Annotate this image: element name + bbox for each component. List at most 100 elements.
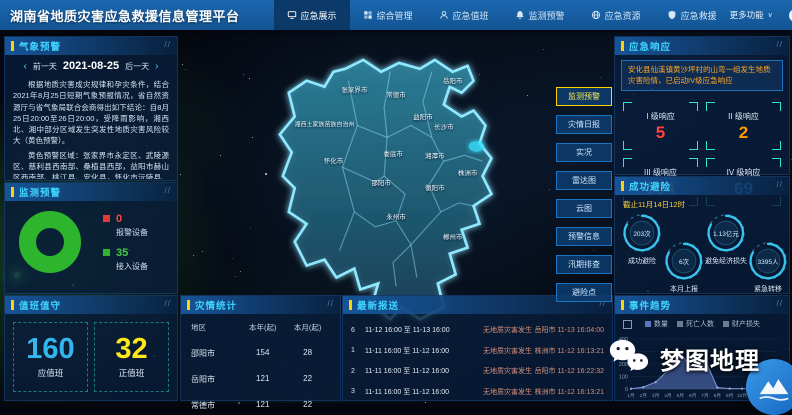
successful-avoidance-panel: 成功避险 截止11月14日12时 203次 成功避险 6次: [614, 176, 790, 294]
device-donut-chart: [19, 211, 81, 273]
globe-icon: [591, 10, 601, 20]
legend-item-property-loss[interactable]: 财产损失: [723, 319, 760, 329]
person-icon: [439, 10, 449, 20]
col-header-year: 本年(起): [240, 322, 285, 333]
disaster-stats-table: 地区 本年(起) 本月(起) 邵阳市 154 28 岳阳市 121 22 常德市…: [181, 314, 340, 411]
gauge-emergency-transfer: 3395人 紧急转移: [747, 240, 789, 294]
city-label: 郴州市: [443, 231, 463, 241]
push-status: 无地质灾害发生: [483, 387, 534, 397]
city-label: 娄底市: [383, 148, 403, 158]
device-legend: 0 报警设备 35 接入设备: [103, 213, 148, 272]
more-functions-label: 更多功能: [730, 9, 764, 21]
push-source: 岳阳市 11-12 16:22:32: [534, 366, 604, 376]
city-label: 衡阳市: [425, 182, 445, 192]
legend-item-deaths[interactable]: 死亡人数: [677, 319, 714, 329]
svg-text:4月: 4月: [664, 393, 671, 399]
legend-marker: [677, 321, 683, 327]
nav-item-emergency-duty[interactable]: 应急值班: [426, 0, 502, 30]
svg-text:400: 400: [619, 337, 628, 343]
map-btn-disaster-daily[interactable]: 灾情日报: [556, 115, 612, 134]
map-btn-monitor-warning[interactable]: 监测预警: [556, 87, 612, 106]
gauge-label: 紧急转移: [754, 284, 782, 294]
city-label: 常德市: [386, 89, 406, 99]
chart-toolbox-icon[interactable]: [623, 320, 632, 329]
table-row-year-value: 121: [240, 400, 285, 411]
list-item[interactable]: 2 11-11 16:00 至 11-12 16:00 无地质灾害发生 岳阳市 …: [351, 361, 604, 382]
city-label: 湘潭市: [425, 150, 445, 160]
gauge-economic-loss-avoided: 1.13亿元 避免经济损失: [705, 212, 747, 294]
map-layer-buttons: 监测预警 灾情日报 实况 雷达图 云图 预警信息 汛期排查 避险点: [556, 87, 612, 302]
nav-label: 应急展示: [301, 9, 337, 22]
chevron-down-icon: ∨: [768, 11, 773, 19]
response-level-label: I 级响应: [646, 111, 674, 122]
map-btn-shelter-points[interactable]: 避险点: [556, 283, 612, 302]
push-period: 11-11 16:00 至 11-12 16:00: [365, 387, 483, 397]
latest-push-panel: 最新报送 6 11-12 16:00 至 11-13 16:00 无地质灾害发生…: [342, 295, 613, 401]
svg-text:200: 200: [619, 362, 628, 368]
map-btn-cloud[interactable]: 云图: [556, 199, 612, 218]
nav-item-monitor-warning[interactable]: 监测预警: [502, 0, 578, 30]
green-square-icon: [103, 249, 110, 256]
response-level-label: II 级响应: [728, 111, 759, 122]
map-btn-flood-inspection[interactable]: 汛期排查: [556, 255, 612, 274]
gauge-label: 成功避险: [628, 256, 656, 266]
svg-text:6月: 6月: [689, 393, 696, 399]
mountain-wave-icon: [754, 367, 792, 407]
weather-text: 根据地质灾害成灾规律和孕灾条件，结合2021年8月25日短期气象预报情况，省自然…: [5, 77, 177, 179]
panel-title: 灾情统计: [181, 296, 340, 314]
nav-item-comprehensive-management[interactable]: 综合管理: [350, 0, 426, 30]
city-label: 张家界市: [341, 84, 367, 94]
trend-legend: 数量 死亡人数 财产损失: [615, 314, 789, 329]
hunan-province-map[interactable]: 张家界市 常德市 岳阳市 湘西土家族苗族自治州 益阳市 长沙市 怀化市 娄底市 …: [256, 48, 554, 292]
push-source: 株洲市 11-12 16:13:21: [534, 346, 604, 356]
list-item[interactable]: 6 11-12 16:00 至 11-13 16:00 无地质灾害发生 岳阳市 …: [351, 320, 604, 341]
map-btn-live[interactable]: 实况: [556, 143, 612, 162]
response-level-2: II 级响应 2: [706, 102, 781, 150]
legend-access: 35: [103, 247, 148, 259]
nav-item-emergency-rescue[interactable]: 应急救援: [654, 0, 730, 30]
city-label: 岳阳市: [443, 75, 463, 85]
legend-label: 数量: [654, 319, 668, 329]
alarm-count: 0: [116, 213, 122, 225]
city-label: 邵阳市: [371, 177, 391, 187]
more-functions-menu[interactable]: 更多功能 ∨: [730, 9, 773, 21]
push-period: 11-11 16:00 至 11-12 16:00: [365, 366, 483, 376]
push-list: 6 11-12 16:00 至 11-13 16:00 无地质灾害发生 岳阳市 …: [343, 314, 612, 402]
push-period: 11-12 16:00 至 11-13 16:00: [365, 325, 483, 335]
push-no: 6: [351, 327, 365, 334]
response-value-1: 2: [739, 124, 748, 141]
city-label: 益阳市: [413, 111, 433, 121]
svg-text:3月: 3月: [652, 393, 659, 399]
monitor-body: 0 报警设备 35 接入设备: [5, 201, 177, 279]
prev-day-button[interactable]: 前一天: [33, 61, 57, 72]
legend-marker: [645, 321, 651, 327]
nav-item-emergency-display[interactable]: 应急展示: [274, 0, 350, 30]
shield-icon: [667, 10, 677, 20]
table-row-year-value: 121: [240, 374, 285, 385]
nav-label: 应急值班: [453, 9, 489, 22]
list-item[interactable]: 3 11-11 16:00 至 11-12 16:00 无地质灾害发生 株洲市 …: [351, 382, 604, 403]
monitor-warning-panel: 监测预警 0 报警设备 35 接入设备: [4, 182, 178, 294]
map-btn-warning-info[interactable]: 预警信息: [556, 227, 612, 246]
city-label: 长沙市: [434, 121, 454, 131]
svg-text:100: 100: [619, 375, 628, 381]
gauge-value: 203次: [621, 212, 663, 254]
nav-item-emergency-resources[interactable]: 应急资源: [578, 0, 654, 30]
on-duty-box: 32 正值班: [94, 322, 169, 392]
nav-label: 应急救援: [681, 9, 717, 22]
list-item[interactable]: 1 11-11 16:00 至 11-12 16:00 无地质灾害发生 株洲市 …: [351, 341, 604, 362]
push-no: 1: [351, 347, 365, 354]
angle-right-icon: ›: [155, 61, 158, 72]
table-row-month-value: 22: [285, 374, 330, 385]
duty-body: 160 应值班 32 正值班: [5, 314, 177, 400]
current-date: 2021-08-25: [63, 60, 119, 72]
header-right: 更多功能 ∨ 管理员 ∨: [730, 0, 792, 30]
access-label: 接入设备: [116, 261, 148, 272]
push-source: 岳阳市 11-13 16:04:00: [534, 325, 604, 335]
response-notice-ticker: 安化县仙溪镇黄沙坪村的山弯一组发生地质灾害险情，已启动IV级应急响应: [621, 60, 783, 91]
map-btn-radar[interactable]: 雷达图: [556, 171, 612, 190]
push-no: 2: [351, 368, 365, 375]
legend-item-count[interactable]: 数量: [645, 319, 668, 329]
next-day-button[interactable]: 后一天: [125, 61, 149, 72]
should-duty-label: 应值班: [38, 367, 64, 379]
